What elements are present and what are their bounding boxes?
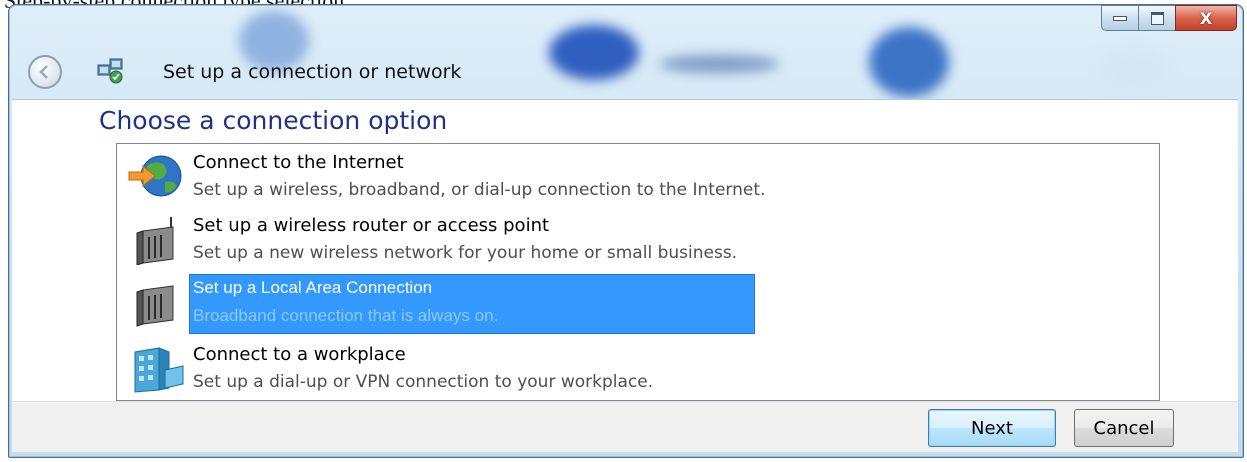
close-button[interactable]: X — [1175, 5, 1237, 31]
option-description: Set up a new wireless network for your h… — [193, 243, 738, 263]
minimize-button[interactable] — [1101, 5, 1139, 31]
close-icon: X — [1199, 8, 1213, 28]
workplace-icon — [134, 347, 184, 393]
option-connect-internet[interactable]: Connect to the Internet Set up a wireles… — [117, 146, 1157, 206]
back-button[interactable] — [28, 55, 62, 89]
maximize-icon — [1150, 11, 1164, 25]
screen: Step-by-step connection type selection. … — [0, 0, 1247, 462]
option-connect-workplace[interactable]: Connect to a workplace Set up a dial-up … — [117, 338, 1157, 398]
router-icon — [136, 217, 174, 265]
cancel-button[interactable]: Cancel — [1074, 409, 1174, 447]
minimize-icon — [1113, 15, 1127, 21]
router-icon — [136, 285, 174, 327]
next-button[interactable]: Next — [928, 409, 1056, 447]
connection-options-list: Connect to the Internet Set up a wireles… — [116, 143, 1160, 401]
dialog-window: X Set up a connection or network Choose … — [8, 4, 1244, 458]
option-title: Set up a Local Area Connection — [193, 278, 433, 297]
glass-decoration — [869, 27, 949, 97]
option-wireless-router[interactable]: Set up a wireless router or access point… — [117, 209, 1157, 269]
option-title: Connect to a workplace — [193, 344, 406, 365]
maximize-button[interactable] — [1138, 5, 1176, 31]
back-arrow-icon — [39, 65, 48, 79]
content-area: Choose a connection option Connect to th… — [12, 99, 1238, 402]
glass-decoration — [659, 55, 779, 73]
window-title: Set up a connection or network — [163, 61, 462, 83]
button-bar: Next Cancel — [12, 401, 1238, 452]
glass-decoration — [549, 25, 639, 80]
network-wizard-icon — [97, 58, 123, 84]
option-description: Broadband connection that is always on. — [193, 306, 499, 325]
glass-decoration — [1099, 45, 1169, 95]
globe-internet-icon — [128, 155, 182, 197]
option-description: Set up a dial-up or VPN connection to yo… — [193, 372, 654, 392]
page-heading: Choose a connection option — [99, 106, 448, 135]
option-local-area-connection[interactable]: Set up a Local Area Connection Broadband… — [117, 274, 1157, 334]
option-title: Connect to the Internet — [193, 152, 404, 173]
option-title: Set up a wireless router or access point — [193, 215, 550, 236]
window-controls: X — [1101, 5, 1237, 33]
option-description: Set up a wireless, broadband, or dial-up… — [193, 180, 766, 200]
